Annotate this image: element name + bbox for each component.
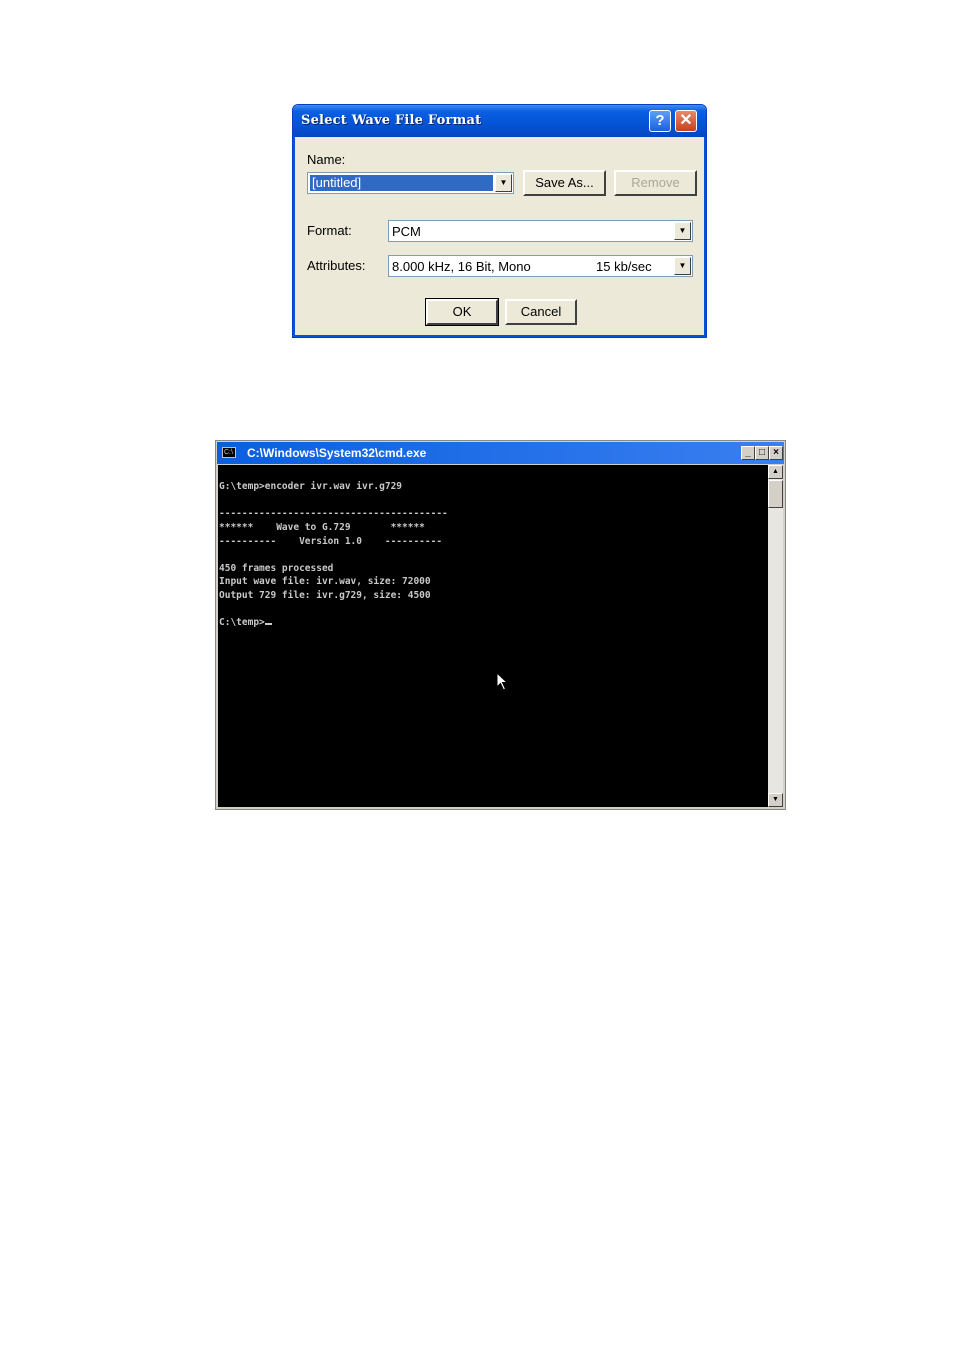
cmd-title: C:\Windows\System32\cmd.exe <box>247 446 427 460</box>
mouse-pointer-icon <box>496 672 509 691</box>
console-line: Input wave file: ivr.wav, size: 72000 <box>219 576 431 587</box>
arrow-down-icon: ▼ <box>772 796 779 803</box>
console-app-icon: C:\ <box>222 447 236 458</box>
cmd-close-button[interactable]: × <box>769 446 783 460</box>
attributes-label: Attributes: <box>307 258 366 273</box>
close-icon: × <box>773 447 779 458</box>
format-label: Format: <box>307 223 352 238</box>
dialog-close-button[interactable]: ✕ <box>675 110 697 132</box>
console-output[interactable]: G:\temp>encoder ivr.wav ivr.g729 -------… <box>218 465 768 807</box>
vertical-scrollbar[interactable]: ▲ ▼ <box>768 465 783 807</box>
remove-button[interactable]: Remove <box>614 170 697 196</box>
save-as-button[interactable]: Save As... <box>523 170 606 196</box>
maximize-button[interactable]: □ <box>755 446 769 460</box>
select-wave-file-format-dialog: Select Wave File Format ? ✕ Name: [untit… <box>292 104 707 338</box>
console-line: ---------- Version 1.0 ---------- <box>219 536 443 547</box>
console-line: G:\temp>encoder ivr.wav ivr.g729 <box>219 481 403 492</box>
minimize-button[interactable]: _ <box>741 446 755 460</box>
dialog-titlebar[interactable]: Select Wave File Format ? ✕ <box>293 105 706 137</box>
scroll-up-button[interactable]: ▲ <box>768 465 783 479</box>
cancel-button[interactable]: Cancel <box>505 299 577 325</box>
format-combobox-value: PCM <box>392 224 421 239</box>
help-icon: ? <box>655 112 665 129</box>
scroll-down-button[interactable]: ▼ <box>768 793 783 807</box>
text-cursor <box>264 623 272 625</box>
ok-button[interactable]: OK <box>425 298 499 326</box>
console-line: 450 frames processed <box>219 563 334 574</box>
name-label: Name: <box>307 152 346 167</box>
chevron-down-icon[interactable]: ▼ <box>495 174 512 192</box>
cmd-window: C:\ C:\Windows\System32\cmd.exe _ □ × G:… <box>215 440 786 810</box>
attributes-rate: 15 kb/sec <box>596 259 652 274</box>
console-prompt: C:\temp> <box>219 617 265 628</box>
attributes-combobox-value: 8.000 kHz, 16 Bit, Mono <box>392 259 531 274</box>
minimize-icon: _ <box>745 447 751 458</box>
name-combobox[interactable]: [untitled] ▼ <box>307 172 514 194</box>
arrow-up-icon: ▲ <box>772 468 779 475</box>
dialog-title: Select Wave File Format <box>301 113 482 128</box>
console-line: ****** Wave to G.729 ****** <box>219 522 425 533</box>
format-combobox[interactable]: PCM ▼ <box>388 220 693 242</box>
dialog-body: Name: [untitled] ▼ Save As... Remove For… <box>293 137 706 337</box>
name-combobox-value: [untitled] <box>310 175 493 191</box>
chevron-down-icon[interactable]: ▼ <box>674 222 691 240</box>
console-line: ---------------------------------------- <box>219 508 448 519</box>
close-icon: ✕ <box>679 112 693 129</box>
chevron-down-icon[interactable]: ▼ <box>674 257 691 275</box>
console-prompt-line: C:\temp> <box>219 617 272 628</box>
cmd-titlebar[interactable]: C:\ C:\Windows\System32\cmd.exe _ □ × <box>217 442 784 464</box>
help-button[interactable]: ? <box>649 110 671 132</box>
maximize-icon: □ <box>758 447 766 458</box>
attributes-combobox[interactable]: 8.000 kHz, 16 Bit, Mono 15 kb/sec ▼ <box>388 255 693 277</box>
scrollbar-thumb[interactable] <box>768 480 783 508</box>
console-line: Output 729 file: ivr.g729, size: 4500 <box>219 590 431 601</box>
